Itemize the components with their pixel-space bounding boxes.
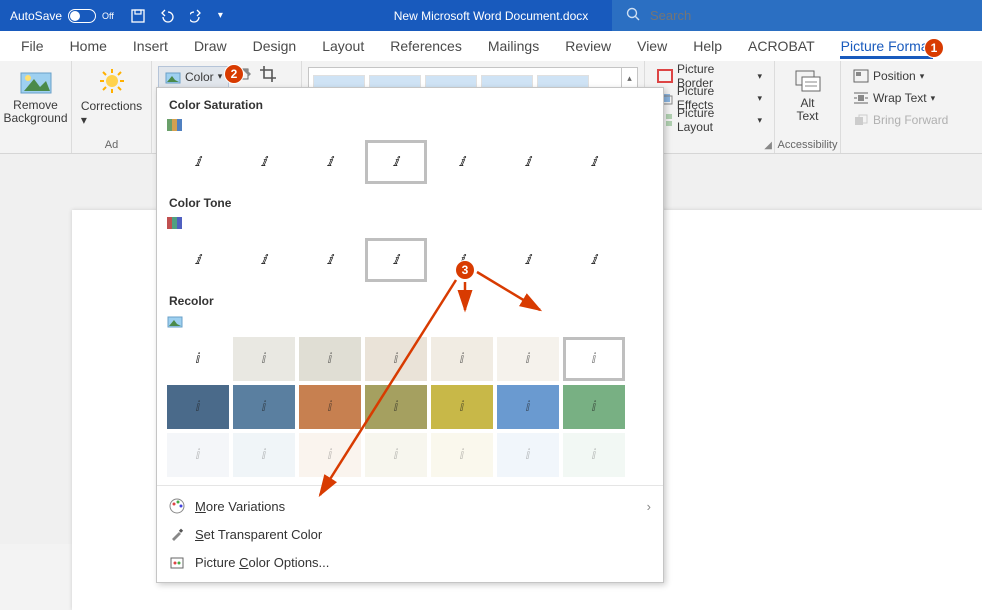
tone-swatch[interactable]: ⅈ <box>167 238 229 282</box>
tab-draw[interactable]: Draw <box>181 31 240 61</box>
ribbon-tabs: File Home Insert Draw Design Layout Refe… <box>0 31 982 61</box>
group-label-placeholder <box>34 139 37 153</box>
toggle-knob <box>70 11 80 21</box>
saturation-title: Color Saturation <box>157 88 663 116</box>
callout-2: 2 <box>224 64 244 84</box>
color-dropdown-button[interactable]: Color ▾ <box>158 66 229 88</box>
undo-icon[interactable] <box>158 9 178 23</box>
search-input[interactable] <box>650 8 968 23</box>
recolor-swatch[interactable]: ⅈ <box>233 337 295 381</box>
autosave-toggle[interactable]: AutoSave Off <box>0 9 124 23</box>
tone-swatch[interactable]: ⅈ <box>563 238 625 282</box>
tone-title: Color Tone <box>157 186 663 214</box>
color-dropdown-panel: Color Saturation ⅈ ⅈ ⅈ ⅈ ⅈ ⅈ ⅈ Color Ton… <box>156 87 664 583</box>
position-button[interactable]: Position▾ <box>847 65 954 87</box>
saturation-row: ⅈ ⅈ ⅈ ⅈ ⅈ ⅈ ⅈ <box>157 138 663 186</box>
remove-background-label: Remove Background <box>3 99 67 125</box>
search-box[interactable] <box>612 0 982 31</box>
tab-view[interactable]: View <box>624 31 680 61</box>
tone-swatch[interactable]: ⅈ <box>299 238 361 282</box>
tab-home[interactable]: Home <box>57 31 120 61</box>
color-label: Color <box>185 70 214 84</box>
callout-3: 3 <box>455 260 475 280</box>
palette-icon <box>169 498 185 514</box>
tab-references[interactable]: References <box>377 31 475 61</box>
corrections-button[interactable]: Corrections▾ <box>77 65 146 129</box>
tone-swatch[interactable]: ⅈ <box>233 238 295 282</box>
adjust-group-label: Ad <box>105 139 118 153</box>
recolor-swatch[interactable]: ⅈ <box>299 385 361 429</box>
title-bar: AutoSave Off ▾ New Microsoft Word Docume… <box>0 0 982 31</box>
saturation-swatch[interactable]: ⅈ <box>233 140 295 184</box>
picture-layout-button[interactable]: Picture Layout▾ <box>651 109 768 131</box>
recolor-swatch[interactable]: ⅈ <box>563 337 625 381</box>
tab-layout[interactable]: Layout <box>309 31 377 61</box>
recolor-swatch[interactable]: ⅈ <box>497 385 559 429</box>
tone-swatch[interactable]: ⅈ <box>497 238 559 282</box>
alt-text-label: Alt Text <box>796 97 818 123</box>
recolor-swatch[interactable]: ⅈ <box>563 385 625 429</box>
recolor-swatch[interactable]: ⅈ <box>167 385 229 429</box>
tone-row: ⅈ ⅈ ⅈ ⅈ ⅈ ⅈ ⅈ <box>157 236 663 284</box>
saturation-swatch[interactable]: ⅈ <box>299 140 361 184</box>
tab-insert[interactable]: Insert <box>120 31 181 61</box>
recolor-icon <box>167 314 183 328</box>
saturation-icon <box>167 119 183 131</box>
recolor-swatch[interactable]: ⅈ <box>299 433 361 477</box>
quick-access-toolbar: ▾ <box>124 8 223 24</box>
picture-color-options-item[interactable]: Picture Color Options... <box>157 548 663 576</box>
accessibility-group-label: Accessibility <box>778 139 838 153</box>
recolor-swatch[interactable]: ⅈ <box>365 337 427 381</box>
search-icon <box>626 7 640 24</box>
qat-dropdown-icon[interactable]: ▾ <box>218 10 223 21</box>
alt-text-button[interactable]: Alt Text <box>790 65 826 125</box>
saturation-swatch[interactable]: ⅈ <box>497 140 559 184</box>
recolor-swatch[interactable]: ⅈ <box>431 337 493 381</box>
recolor-swatch[interactable]: ⅈ <box>365 433 427 477</box>
eyedropper-icon <box>169 526 185 542</box>
recolor-title: Recolor <box>157 284 663 312</box>
redo-icon[interactable] <box>190 9 206 23</box>
recolor-swatch[interactable]: ⅈ <box>365 385 427 429</box>
toggle-switch[interactable] <box>68 9 96 23</box>
autosave-state: Off <box>102 11 114 21</box>
recolor-swatch[interactable]: ⅈ <box>233 433 295 477</box>
styles-launcher-icon[interactable]: ◢ <box>764 140 772 151</box>
recolor-swatch[interactable]: ⅈ <box>167 433 229 477</box>
tab-file[interactable]: File <box>8 31 57 61</box>
callout-1: 1 <box>924 38 944 58</box>
corrections-label: Corrections▾ <box>81 99 142 127</box>
tab-help[interactable]: Help <box>680 31 735 61</box>
tab-design[interactable]: Design <box>240 31 310 61</box>
crop-icon[interactable] <box>259 65 277 88</box>
saturation-swatch[interactable]: ⅈ <box>563 140 625 184</box>
document-title: New Microsoft Word Document.docx <box>394 0 589 31</box>
save-icon[interactable] <box>130 8 146 24</box>
more-variations-item[interactable]: More Variations › <box>157 492 663 520</box>
recolor-swatch[interactable]: ⅈ <box>563 433 625 477</box>
recolor-grid: ⅈⅈⅈⅈⅈⅈⅈⅈⅈⅈⅈⅈⅈⅈⅈⅈⅈⅈⅈⅈⅈ <box>157 335 663 479</box>
tab-review[interactable]: Review <box>552 31 624 61</box>
recolor-swatch[interactable]: ⅈ <box>233 385 295 429</box>
chevron-down-icon: ▾ <box>218 71 223 82</box>
autosave-label: AutoSave <box>10 9 62 23</box>
recolor-swatch[interactable]: ⅈ <box>497 337 559 381</box>
saturation-swatch[interactable]: ⅈ <box>167 140 229 184</box>
recolor-swatch[interactable]: ⅈ <box>431 385 493 429</box>
options-icon <box>169 554 185 570</box>
recolor-swatch[interactable]: ⅈ <box>167 337 229 381</box>
recolor-swatch[interactable]: ⅈ <box>299 337 361 381</box>
tab-mailings[interactable]: Mailings <box>475 31 552 61</box>
bring-forward-button: Bring Forward <box>847 109 954 131</box>
chevron-right-icon: › <box>647 499 651 514</box>
saturation-swatch[interactable]: ⅈ <box>431 140 493 184</box>
saturation-swatch-selected[interactable]: ⅈ <box>365 140 427 184</box>
recolor-swatch[interactable]: ⅈ <box>431 433 493 477</box>
tab-acrobat[interactable]: ACROBAT <box>735 31 828 61</box>
tone-swatch-selected[interactable]: ⅈ <box>365 238 427 282</box>
recolor-swatch[interactable]: ⅈ <box>497 433 559 477</box>
tone-icon <box>167 217 183 229</box>
remove-background-button[interactable]: Remove Background <box>0 65 72 127</box>
wrap-text-button[interactable]: Wrap Text▾ <box>847 87 954 109</box>
